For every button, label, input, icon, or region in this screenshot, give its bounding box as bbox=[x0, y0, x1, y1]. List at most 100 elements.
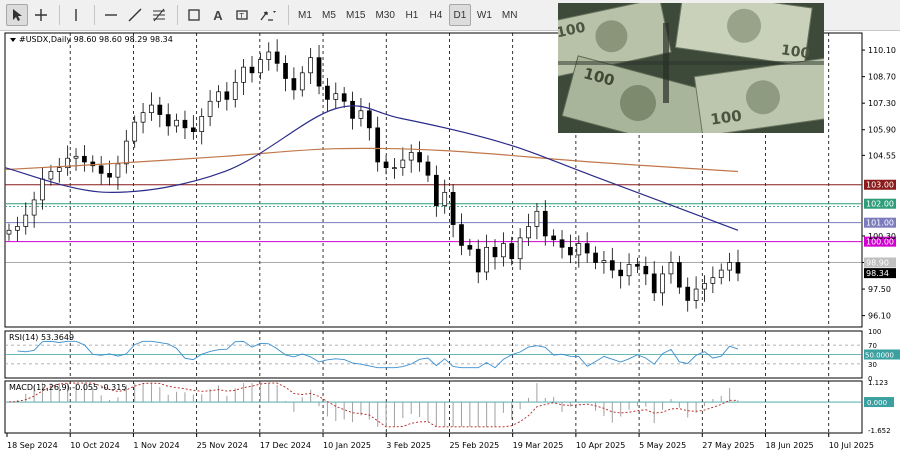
horizontal-line-icon[interactable] bbox=[100, 4, 122, 26]
bull-candle bbox=[718, 269, 724, 279]
shapes-icon[interactable] bbox=[183, 4, 205, 26]
bull-candle bbox=[442, 191, 448, 206]
bull-candle bbox=[392, 167, 397, 170]
bull-candle bbox=[408, 152, 414, 161]
fibonacci-icon[interactable] bbox=[148, 4, 170, 26]
period-button-d1[interactable]: D1 bbox=[448, 4, 471, 26]
x-tick-label: 3 Feb 2025 bbox=[386, 441, 431, 450]
bear-candle bbox=[467, 245, 473, 250]
bull-candle bbox=[40, 178, 45, 201]
bear-candle bbox=[190, 127, 196, 132]
bull-candle bbox=[702, 283, 707, 290]
period-button-m30[interactable]: M30 bbox=[371, 4, 398, 26]
bear-candle bbox=[593, 252, 598, 263]
x-tick-label: 19 Mar 2025 bbox=[513, 441, 564, 450]
y-tick-label: 96.10 bbox=[868, 312, 891, 321]
bear-candle bbox=[450, 191, 456, 225]
bear-candle bbox=[366, 110, 372, 129]
bear-candle bbox=[417, 152, 422, 163]
bear-candle bbox=[584, 243, 590, 254]
bull-candle bbox=[140, 112, 146, 123]
text-icon[interactable]: A bbox=[207, 4, 229, 26]
bear-candle bbox=[685, 286, 691, 301]
bear-candle bbox=[274, 51, 280, 64]
bear-candle bbox=[291, 78, 297, 91]
trendline-icon[interactable] bbox=[124, 4, 146, 26]
bear-candle bbox=[609, 260, 615, 271]
period-button-w1[interactable]: W1 bbox=[473, 4, 496, 26]
bear-candle bbox=[375, 127, 381, 163]
toolbar-divider bbox=[94, 5, 95, 25]
x-tick-label: 17 Dec 2024 bbox=[260, 441, 311, 450]
bear-candle bbox=[325, 85, 330, 100]
x-tick-label: 18 Sep 2024 bbox=[7, 441, 58, 450]
cursor-icon[interactable] bbox=[6, 4, 28, 26]
bear-candle bbox=[459, 224, 464, 246]
bull-candle bbox=[15, 226, 20, 231]
bull-candle bbox=[576, 243, 582, 256]
bull-candle bbox=[526, 226, 531, 239]
bull-candle bbox=[517, 237, 523, 260]
toolbar-divider bbox=[177, 5, 178, 25]
crosshair-icon[interactable] bbox=[30, 4, 52, 26]
bull-candle bbox=[174, 119, 179, 127]
rsi-level-label: 50.0000 bbox=[865, 352, 894, 360]
vertical-line-icon[interactable] bbox=[65, 4, 87, 26]
period-button-h4[interactable]: H4 bbox=[425, 4, 447, 26]
banknotes-photo: 100 100 100 100 bbox=[558, 3, 824, 133]
rsi-y-label: 100 bbox=[868, 328, 881, 336]
bull-candle bbox=[31, 199, 37, 216]
bull-candle bbox=[308, 57, 314, 74]
bear-candle bbox=[383, 161, 389, 169]
bear-candle bbox=[82, 155, 87, 163]
bull-candle bbox=[123, 140, 129, 165]
toolbar-divider bbox=[288, 5, 289, 25]
bear-candle bbox=[165, 114, 171, 127]
bear-candle bbox=[509, 243, 515, 260]
bear-candle bbox=[433, 174, 439, 206]
x-tick-label: 1 Nov 2024 bbox=[133, 441, 179, 450]
bull-candle bbox=[207, 100, 213, 117]
bull-candle bbox=[534, 210, 540, 227]
bull-candle bbox=[693, 288, 699, 301]
bull-candle bbox=[232, 81, 238, 100]
bear-candle bbox=[283, 62, 288, 79]
period-button-m5[interactable]: M5 bbox=[318, 4, 340, 26]
bull-candle bbox=[23, 214, 29, 227]
bull-candle bbox=[484, 246, 489, 273]
bear-candle bbox=[559, 239, 565, 248]
bear-candle bbox=[341, 93, 347, 102]
main-title: #USDX,Daily 98.60 98.60 98.29 98.34 bbox=[19, 35, 173, 44]
period-button-h1[interactable]: H1 bbox=[401, 4, 423, 26]
label-icon[interactable]: T bbox=[231, 4, 253, 26]
y-tick-label: 110.10 bbox=[868, 46, 896, 55]
bull-candle bbox=[258, 59, 263, 74]
prev-price-label: 98.90 bbox=[866, 259, 889, 268]
bull-candle bbox=[727, 262, 732, 271]
bear-candle bbox=[568, 246, 573, 256]
bull-candle bbox=[299, 72, 305, 91]
bear-candle bbox=[643, 265, 649, 275]
timeframe-selector: M1 M5 M15 M30 H1 H4 D1 W1 MN bbox=[294, 4, 523, 26]
macd-title: MACD(12,26,9) -0.055 -0.315 bbox=[9, 383, 126, 392]
x-tick-label: 10 Apr 2025 bbox=[576, 441, 625, 450]
period-button-mn[interactable]: MN bbox=[498, 4, 522, 26]
period-button-m1[interactable]: M1 bbox=[294, 4, 316, 26]
bull-candle bbox=[660, 273, 665, 294]
bull-candle bbox=[501, 243, 506, 258]
period-button-m15[interactable]: M15 bbox=[342, 4, 369, 26]
x-tick-label: 27 May 2025 bbox=[702, 441, 754, 450]
bull-candle bbox=[199, 116, 205, 132]
level-label: 103.00 bbox=[866, 181, 894, 190]
y-tick-label: 97.50 bbox=[868, 285, 891, 294]
arrows-icon[interactable] bbox=[255, 4, 281, 26]
y-tick-label: 100.30 bbox=[868, 232, 896, 241]
bear-candle bbox=[618, 269, 624, 277]
rsi-y-label: 30 bbox=[868, 361, 877, 369]
bear-candle bbox=[735, 262, 741, 274]
bear-candle bbox=[635, 264, 640, 267]
bull-candle bbox=[216, 91, 221, 102]
bear-candle bbox=[425, 161, 431, 176]
bear-candle bbox=[651, 273, 657, 294]
bull-candle bbox=[266, 51, 272, 60]
